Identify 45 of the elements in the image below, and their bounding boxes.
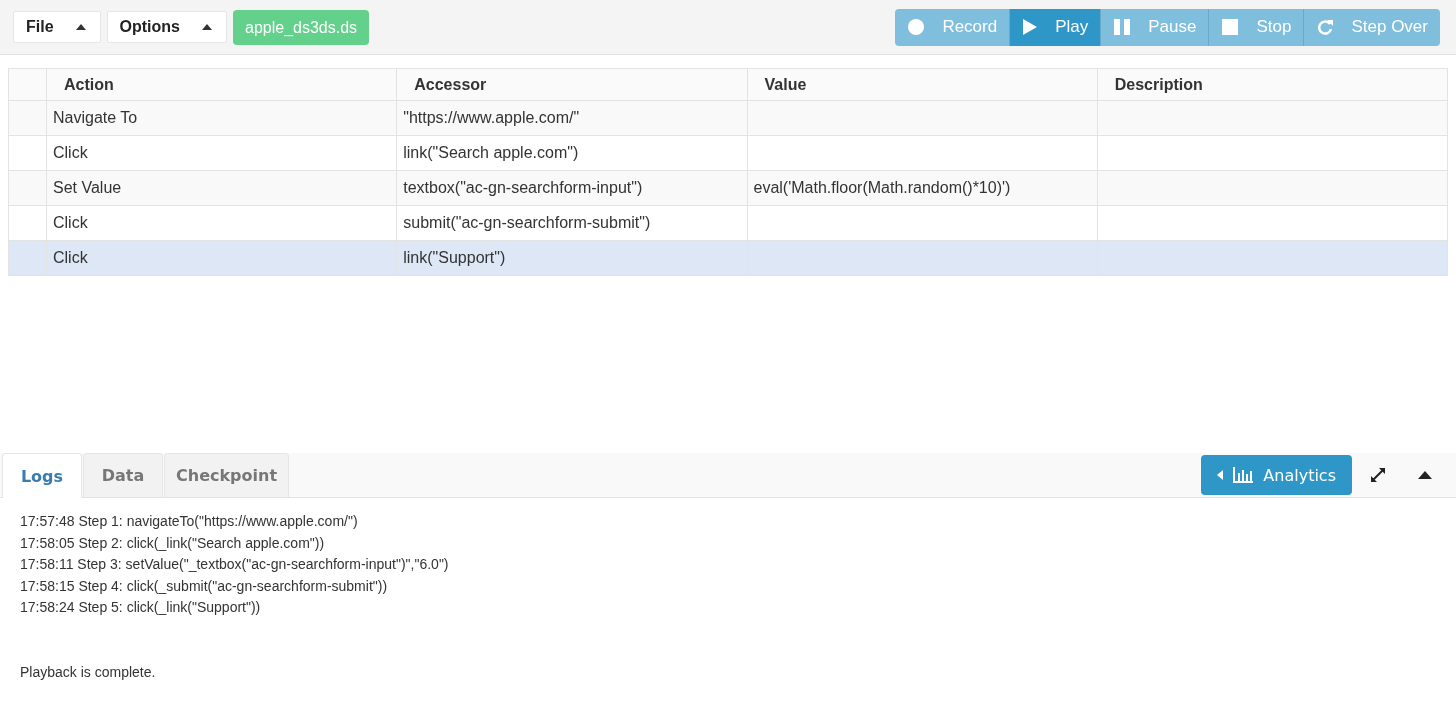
table-cell: eval('Math.floor(Math.random()*10)') [753,179,1011,196]
caret-up-icon [1418,471,1432,479]
table-cell: link("Search apple.com") [403,144,579,161]
caret-up-icon [75,24,86,30]
table-row[interactable]: Navigate To "https://www.apple.com/" [8,100,1448,136]
analytics-button[interactable]: Analytics [1201,455,1352,495]
table-cell: Navigate To [53,109,138,126]
transport-button[interactable]: Play [1010,8,1102,46]
log-line: 17:58:24 Step 5: click(_link("Support")) [20,598,262,617]
table-cell: Click [53,144,88,161]
table-row[interactable]: Click link("Search apple.com") [8,135,1448,171]
expand-icon [1370,467,1386,483]
caret-left-icon [1217,470,1224,480]
table-cell: "https://www.apple.com/" [403,109,580,126]
table-row[interactable]: Click submit("ac-gn-searchform-submit") [8,205,1448,241]
table-cell: Set Value [53,179,122,196]
bar-chart-icon [1233,467,1254,483]
table-row[interactable]: Set Value textbox("ac-gn-searchform-input") eval('Math.floor(Math.random()*10)') [8,170,1448,206]
tab[interactable]: Data [83,453,163,497]
column-header: Action [46,68,397,101]
table-cell: submit("ac-gn-searchform-submit") [403,214,651,231]
caret-up-icon [202,24,212,30]
tab[interactable]: Checkpoint [164,453,290,497]
redo-icon [1317,19,1334,35]
table-cell: Click [53,249,88,266]
column-header: Accessor [396,68,747,101]
table-row[interactable]: Click link("Support") [8,240,1448,276]
menu-button[interactable]: Options [106,11,227,43]
log-line: 17:58:11 Step 3: setValue("_textbox("ac-gn-searchform-input")","6.0") [20,555,450,574]
stop-icon [1222,19,1239,35]
log-line: 17:58:05 Step 2: click(_link("Search apple.com")) [20,533,326,553]
table-cell: Click [53,214,88,231]
column-header: Value [747,68,1098,101]
column-header: Description [1097,68,1448,101]
table-cell: link("Support") [403,249,506,266]
status-message: Playback is complete. [20,662,157,682]
file-name-badge: apple_ds3ds.ds [233,9,370,45]
play-icon [1023,19,1038,35]
table-cell: textbox("ac-gn-searchform-input") [403,179,643,196]
menu-button[interactable]: File [13,11,101,43]
log-line: 17:57:48 Step 1: navigateTo("https://www.apple.com/") [20,512,359,531]
tab[interactable]: Logs [2,453,82,498]
log-line: 17:58:15 Step 4: click(_submit("ac-gn-searchform-submit")) [20,576,389,596]
pause-icon [1114,19,1131,35]
record-icon [908,19,925,35]
